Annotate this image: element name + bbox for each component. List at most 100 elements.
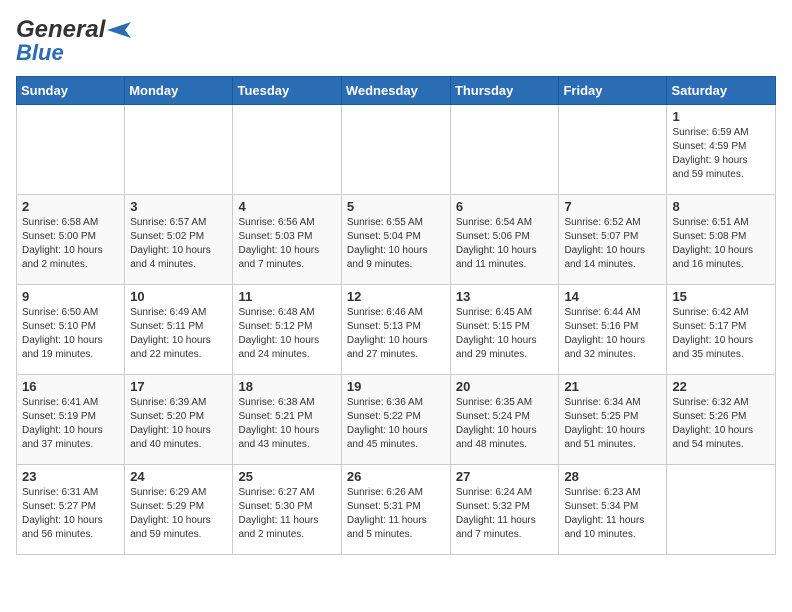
calendar-week-5: 23Sunrise: 6:31 AM Sunset: 5:27 PM Dayli…	[17, 465, 776, 555]
day-number: 17	[130, 379, 227, 394]
day-number: 16	[22, 379, 119, 394]
calendar-week-2: 2Sunrise: 6:58 AM Sunset: 5:00 PM Daylig…	[17, 195, 776, 285]
day-number: 9	[22, 289, 119, 304]
day-number: 6	[456, 199, 554, 214]
day-number: 15	[672, 289, 770, 304]
calendar-cell: 16 Sunrise: 6:41 AM Sunset: 5:19 PM Dayli…	[17, 375, 125, 465]
day-info: Sunrise: 6:48 AM Sunset: 5:12 PM Dayligh…	[238, 306, 335, 362]
column-header-sunday: Sunday	[17, 77, 125, 105]
day-info: Sunrise: 6:36 AM Sunset: 5:22 PM Dayligh…	[347, 396, 445, 452]
calendar-week-4: 16 Sunrise: 6:41 AM Sunset: 5:19 PM Dayli…	[17, 375, 776, 465]
calendar-cell: 19 Sunrise: 6:36 AM Sunset: 5:22 PM Dayli…	[341, 375, 450, 465]
calendar-cell	[559, 105, 667, 195]
calendar-header-row: SundayMondayTuesdayWednesdayThursdayFrid…	[17, 77, 776, 105]
column-header-monday: Monday	[125, 77, 233, 105]
day-number: 24	[130, 469, 227, 484]
calendar-cell: 28 Sunrise: 6:23 AM Sunset: 5:34 PM Dayli…	[559, 465, 667, 555]
day-info: Sunrise: 6:44 AM Sunset: 5:16 PM Dayligh…	[564, 306, 661, 362]
header: General Blue	[16, 16, 776, 66]
day-number: 20	[456, 379, 554, 394]
column-header-tuesday: Tuesday	[233, 77, 341, 105]
day-number: 7	[564, 199, 661, 214]
day-info: Sunrise: 6:56 AM Sunset: 5:03 PM Dayligh…	[238, 216, 335, 272]
day-number: 1	[672, 109, 770, 124]
day-number: 8	[672, 199, 770, 214]
day-number: 25	[238, 469, 335, 484]
calendar-cell: 10Sunrise: 6:49 AM Sunset: 5:11 PM Dayli…	[125, 285, 233, 375]
day-number: 10	[130, 289, 227, 304]
calendar-week-3: 9 Sunrise: 6:50 AM Sunset: 5:10 PM Daylig…	[17, 285, 776, 375]
day-info: Sunrise: 6:27 AM Sunset: 5:30 PM Dayligh…	[238, 486, 335, 542]
day-info: Sunrise: 6:54 AM Sunset: 5:06 PM Dayligh…	[456, 216, 554, 272]
day-number: 14	[564, 289, 661, 304]
calendar-cell: 3 Sunrise: 6:57 AM Sunset: 5:02 PM Daylig…	[125, 195, 233, 285]
day-info: Sunrise: 6:32 AM Sunset: 5:26 PM Dayligh…	[672, 396, 770, 452]
calendar-cell: 21 Sunrise: 6:34 AM Sunset: 5:25 PM Dayli…	[559, 375, 667, 465]
day-info: Sunrise: 6:50 AM Sunset: 5:10 PM Dayligh…	[22, 306, 119, 362]
calendar-cell: 15 Sunrise: 6:42 AM Sunset: 5:17 PM Dayli…	[667, 285, 776, 375]
calendar-cell: 24 Sunrise: 6:29 AM Sunset: 5:29 PM Dayli…	[125, 465, 233, 555]
day-number: 19	[347, 379, 445, 394]
calendar-cell	[233, 105, 341, 195]
day-number: 11	[238, 289, 335, 304]
day-number: 12	[347, 289, 445, 304]
calendar-cell: 14 Sunrise: 6:44 AM Sunset: 5:16 PM Dayli…	[559, 285, 667, 375]
day-info: Sunrise: 6:23 AM Sunset: 5:34 PM Dayligh…	[564, 486, 661, 542]
calendar-cell: 2Sunrise: 6:58 AM Sunset: 5:00 PM Daylig…	[17, 195, 125, 285]
logo: General Blue	[16, 16, 135, 66]
day-number: 3	[130, 199, 227, 214]
day-info: Sunrise: 6:35 AM Sunset: 5:24 PM Dayligh…	[456, 396, 554, 452]
calendar-cell: 6 Sunrise: 6:54 AM Sunset: 5:06 PM Daylig…	[450, 195, 559, 285]
calendar-cell: 22Sunrise: 6:32 AM Sunset: 5:26 PM Dayli…	[667, 375, 776, 465]
calendar-cell: 13Sunrise: 6:45 AM Sunset: 5:15 PM Dayli…	[450, 285, 559, 375]
day-info: Sunrise: 6:26 AM Sunset: 5:31 PM Dayligh…	[347, 486, 445, 542]
calendar-cell	[450, 105, 559, 195]
day-number: 5	[347, 199, 445, 214]
column-header-wednesday: Wednesday	[341, 77, 450, 105]
day-number: 26	[347, 469, 445, 484]
calendar-cell: 5 Sunrise: 6:55 AM Sunset: 5:04 PM Daylig…	[341, 195, 450, 285]
calendar: SundayMondayTuesdayWednesdayThursdayFrid…	[16, 76, 776, 555]
day-info: Sunrise: 6:42 AM Sunset: 5:17 PM Dayligh…	[672, 306, 770, 362]
logo-plane-icon	[107, 20, 135, 40]
column-header-saturday: Saturday	[667, 77, 776, 105]
day-info: Sunrise: 6:51 AM Sunset: 5:08 PM Dayligh…	[672, 216, 770, 272]
calendar-cell: 27 Sunrise: 6:24 AM Sunset: 5:32 PM Dayli…	[450, 465, 559, 555]
day-info: Sunrise: 6:41 AM Sunset: 5:19 PM Dayligh…	[22, 396, 119, 452]
day-info: Sunrise: 6:45 AM Sunset: 5:15 PM Dayligh…	[456, 306, 554, 362]
calendar-cell: 9 Sunrise: 6:50 AM Sunset: 5:10 PM Daylig…	[17, 285, 125, 375]
calendar-cell: 7 Sunrise: 6:52 AM Sunset: 5:07 PM Daylig…	[559, 195, 667, 285]
day-info: Sunrise: 6:38 AM Sunset: 5:21 PM Dayligh…	[238, 396, 335, 452]
day-number: 21	[564, 379, 661, 394]
day-info: Sunrise: 6:34 AM Sunset: 5:25 PM Dayligh…	[564, 396, 661, 452]
calendar-cell: 18 Sunrise: 6:38 AM Sunset: 5:21 PM Dayli…	[233, 375, 341, 465]
day-info: Sunrise: 6:46 AM Sunset: 5:13 PM Dayligh…	[347, 306, 445, 362]
calendar-cell	[17, 105, 125, 195]
calendar-cell: 25 Sunrise: 6:27 AM Sunset: 5:30 PM Dayli…	[233, 465, 341, 555]
day-info: Sunrise: 6:52 AM Sunset: 5:07 PM Dayligh…	[564, 216, 661, 272]
calendar-cell	[341, 105, 450, 195]
calendar-cell: 1 Sunrise: 6:59 AM Sunset: 4:59 PM Daylig…	[667, 105, 776, 195]
calendar-week-1: 1 Sunrise: 6:59 AM Sunset: 4:59 PM Daylig…	[17, 105, 776, 195]
day-info: Sunrise: 6:55 AM Sunset: 5:04 PM Dayligh…	[347, 216, 445, 272]
day-info: Sunrise: 6:59 AM Sunset: 4:59 PM Dayligh…	[672, 126, 770, 182]
calendar-cell: 11 Sunrise: 6:48 AM Sunset: 5:12 PM Dayli…	[233, 285, 341, 375]
column-header-thursday: Thursday	[450, 77, 559, 105]
calendar-cell	[125, 105, 233, 195]
day-info: Sunrise: 6:24 AM Sunset: 5:32 PM Dayligh…	[456, 486, 554, 542]
logo-blue-label: Blue	[16, 40, 64, 66]
day-number: 18	[238, 379, 335, 394]
column-header-friday: Friday	[559, 77, 667, 105]
calendar-cell: 8 Sunrise: 6:51 AM Sunset: 5:08 PM Daylig…	[667, 195, 776, 285]
day-number: 28	[564, 469, 661, 484]
day-info: Sunrise: 6:29 AM Sunset: 5:29 PM Dayligh…	[130, 486, 227, 542]
calendar-cell: 23Sunrise: 6:31 AM Sunset: 5:27 PM Dayli…	[17, 465, 125, 555]
day-info: Sunrise: 6:39 AM Sunset: 5:20 PM Dayligh…	[130, 396, 227, 452]
calendar-cell: 12 Sunrise: 6:46 AM Sunset: 5:13 PM Dayli…	[341, 285, 450, 375]
calendar-cell: 26 Sunrise: 6:26 AM Sunset: 5:31 PM Dayli…	[341, 465, 450, 555]
day-number: 27	[456, 469, 554, 484]
day-info: Sunrise: 6:57 AM Sunset: 5:02 PM Dayligh…	[130, 216, 227, 272]
calendar-cell: 17 Sunrise: 6:39 AM Sunset: 5:20 PM Dayli…	[125, 375, 233, 465]
calendar-cell	[667, 465, 776, 555]
day-number: 2	[22, 199, 119, 214]
